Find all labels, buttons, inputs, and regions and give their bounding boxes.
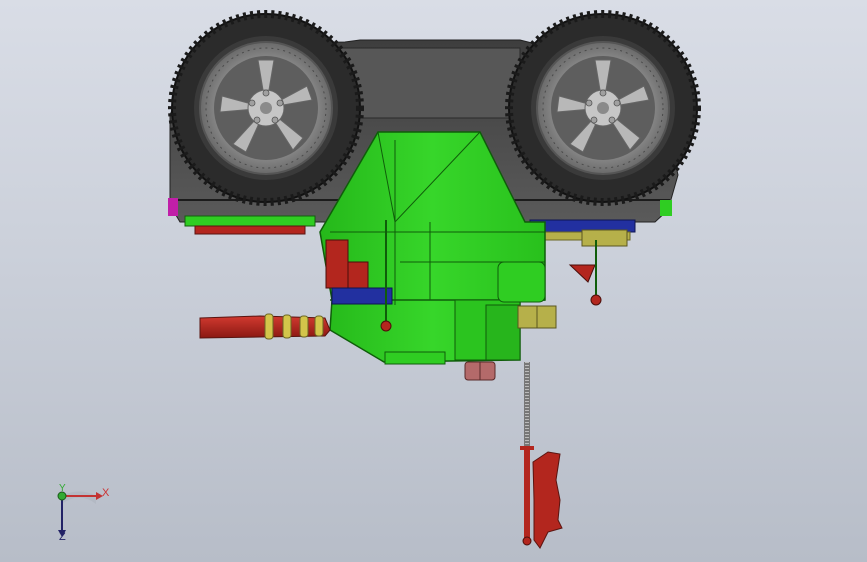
bottom-hub (464, 361, 496, 381)
left-wheel[interactable] (168, 10, 364, 206)
right-side-antenna (568, 229, 628, 306)
red-flag[interactable] (520, 446, 563, 549)
right-wheel[interactable] (505, 10, 701, 206)
axis-triad[interactable]: X Y Z (48, 482, 118, 546)
axis-y-label: Y (59, 483, 66, 494)
axis-z-label: Z (59, 531, 66, 543)
khaki-clamp (517, 305, 557, 329)
graphics-viewport[interactable]: X Y Z (0, 0, 867, 562)
axis-x-label: X (102, 487, 110, 499)
3d-model-view[interactable] (0, 0, 867, 562)
rear-exhaust-pipe[interactable] (199, 313, 331, 340)
